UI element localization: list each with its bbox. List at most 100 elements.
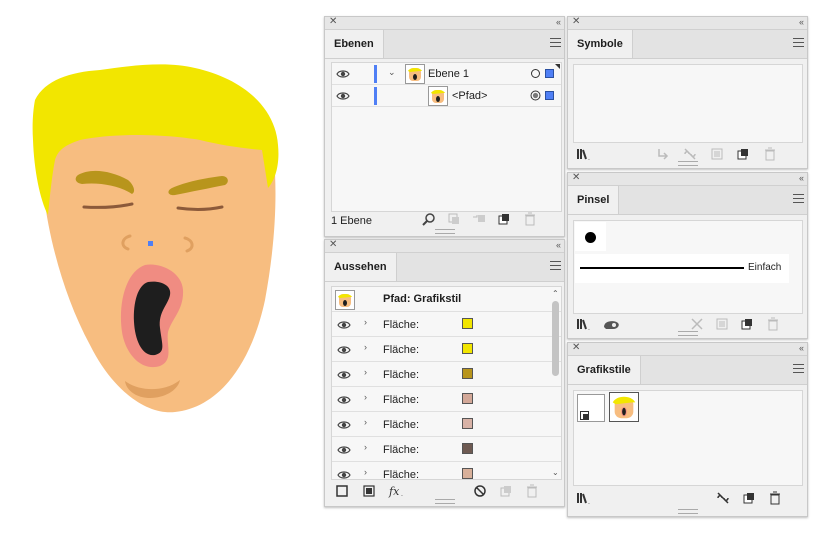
- expand-arrow-icon[interactable]: ›: [364, 342, 367, 352]
- add-stroke-icon[interactable]: [335, 484, 349, 498]
- tab-appearance[interactable]: Aussehen: [325, 253, 397, 281]
- resize-grip[interactable]: [677, 509, 698, 514]
- new-graphic-style-icon[interactable]: [742, 491, 756, 505]
- selection-square[interactable]: [545, 69, 554, 78]
- add-fill-icon[interactable]: [362, 484, 376, 498]
- visibility-eye-icon[interactable]: [337, 468, 351, 480]
- panel-menu-icon[interactable]: [550, 38, 561, 47]
- break-link-icon[interactable]: [683, 147, 697, 161]
- visibility-eye-icon[interactable]: [337, 343, 351, 357]
- library-menu-icon[interactable]: .: [576, 317, 594, 331]
- new-symbol-icon[interactable]: [736, 147, 750, 161]
- layer-row[interactable]: <Pfad>: [332, 85, 561, 107]
- path-name[interactable]: <Pfad>: [452, 90, 487, 102]
- target-circle-icon[interactable]: [530, 68, 541, 79]
- fill-color-swatch[interactable]: [462, 318, 473, 329]
- fill-row[interactable]: › Fläche:: [332, 312, 561, 337]
- appearance-panel-titlebar[interactable]: ✕ ‹‹: [325, 239, 564, 253]
- graphic-styles-titlebar[interactable]: ✕ ‹‹: [568, 342, 807, 356]
- resize-grip[interactable]: [677, 331, 698, 336]
- fill-color-swatch[interactable]: [462, 368, 473, 379]
- break-link-icon[interactable]: [716, 491, 730, 505]
- brush-options-icon[interactable]: [715, 317, 729, 331]
- resize-grip[interactable]: [434, 499, 455, 504]
- scrollbar-track[interactable]: ⌃ ⌄: [551, 289, 560, 477]
- trash-icon[interactable]: [523, 212, 537, 226]
- fill-color-swatch[interactable]: [462, 418, 473, 429]
- artwork-canvas[interactable]: [0, 0, 320, 538]
- brushes-panel-titlebar[interactable]: ✕ ‹‹: [568, 172, 807, 186]
- panel-menu-icon[interactable]: [793, 364, 804, 373]
- fill-row[interactable]: › Fläche:: [332, 412, 561, 437]
- visibility-eye-icon[interactable]: [336, 67, 350, 81]
- tab-graphic-styles[interactable]: Grafikstile: [568, 356, 641, 384]
- collapse-icon[interactable]: ‹‹: [799, 172, 804, 184]
- selected-anchor-point[interactable]: [148, 241, 153, 246]
- appearance-header-row[interactable]: Pfad: Grafikstil: [332, 287, 561, 312]
- basic-brush-row[interactable]: Einfach: [575, 254, 789, 283]
- selection-square[interactable]: [545, 91, 554, 100]
- visibility-eye-icon[interactable]: [337, 418, 351, 432]
- collapse-icon[interactable]: ‹‹: [556, 16, 561, 28]
- expand-arrow-icon[interactable]: ›: [364, 317, 367, 327]
- brush-library-icon[interactable]: [603, 317, 621, 331]
- panel-menu-icon[interactable]: [793, 38, 804, 47]
- panel-menu-icon[interactable]: [793, 194, 804, 203]
- face-style-swatch[interactable]: [609, 392, 639, 422]
- library-menu-icon[interactable]: .: [576, 491, 594, 505]
- trash-icon[interactable]: [763, 147, 777, 161]
- trash-icon[interactable]: [768, 491, 782, 505]
- close-icon[interactable]: ✕: [329, 239, 337, 251]
- collapse-icon[interactable]: ‹‹: [556, 239, 561, 251]
- fill-row[interactable]: › Fläche:: [332, 362, 561, 387]
- new-layer-icon[interactable]: [497, 212, 511, 226]
- tab-symbols[interactable]: Symbole: [568, 30, 633, 58]
- close-icon[interactable]: ✕: [572, 16, 580, 28]
- scroll-down-arrow[interactable]: ⌄: [552, 468, 559, 477]
- place-symbol-icon[interactable]: [656, 147, 670, 161]
- fill-color-swatch[interactable]: [462, 343, 473, 354]
- expand-arrow-icon[interactable]: ›: [364, 467, 367, 477]
- scroll-up-arrow[interactable]: ⌃: [552, 289, 559, 298]
- tab-layers[interactable]: Ebenen: [325, 30, 384, 58]
- expand-arrow-icon[interactable]: ⌄: [388, 67, 396, 78]
- visibility-eye-icon[interactable]: [337, 443, 351, 457]
- collapse-icon[interactable]: ‹‹: [799, 16, 804, 28]
- default-style-swatch[interactable]: [577, 394, 605, 422]
- clipping-mask-icon[interactable]: [447, 212, 461, 226]
- clear-appearance-icon[interactable]: [473, 484, 487, 498]
- visibility-eye-icon[interactable]: [337, 393, 351, 407]
- fx-icon[interactable]: fx.: [388, 484, 408, 498]
- trash-icon[interactable]: [766, 317, 780, 331]
- resize-grip[interactable]: [677, 161, 698, 166]
- close-icon[interactable]: ✕: [572, 342, 580, 354]
- trash-icon[interactable]: [525, 484, 539, 498]
- remove-brush-stroke-icon[interactable]: [690, 317, 704, 331]
- close-icon[interactable]: ✕: [329, 16, 337, 28]
- duplicate-item-icon[interactable]: [499, 484, 513, 498]
- expand-arrow-icon[interactable]: ›: [364, 417, 367, 427]
- fill-color-swatch[interactable]: [462, 393, 473, 404]
- visibility-eye-icon[interactable]: [337, 318, 351, 332]
- symbols-panel-titlebar[interactable]: ✕ ‹‹: [568, 16, 807, 30]
- fill-row[interactable]: › Fläche:: [332, 437, 561, 462]
- expand-arrow-icon[interactable]: ›: [364, 392, 367, 402]
- calligraphic-brush-swatch[interactable]: [575, 222, 606, 251]
- panel-menu-icon[interactable]: [550, 261, 561, 270]
- new-brush-icon[interactable]: [740, 317, 754, 331]
- expand-arrow-icon[interactable]: ›: [364, 442, 367, 452]
- fill-row[interactable]: › Fläche:: [332, 462, 561, 480]
- search-icon[interactable]: [422, 212, 436, 226]
- collapse-icon[interactable]: ‹‹: [799, 342, 804, 354]
- layer-name[interactable]: Ebene 1: [428, 68, 469, 80]
- fill-row[interactable]: › Fläche:: [332, 337, 561, 362]
- symbol-options-icon[interactable]: [710, 147, 724, 161]
- layers-panel-titlebar[interactable]: ✕ ‹‹: [325, 16, 564, 30]
- expand-arrow-icon[interactable]: ›: [364, 367, 367, 377]
- symbols-list[interactable]: [573, 64, 803, 143]
- visibility-eye-icon[interactable]: [337, 368, 351, 382]
- resize-grip[interactable]: [434, 229, 455, 234]
- fill-color-swatch[interactable]: [462, 468, 473, 479]
- new-sublayer-icon[interactable]: [472, 212, 486, 226]
- fill-row[interactable]: › Fläche:: [332, 387, 561, 412]
